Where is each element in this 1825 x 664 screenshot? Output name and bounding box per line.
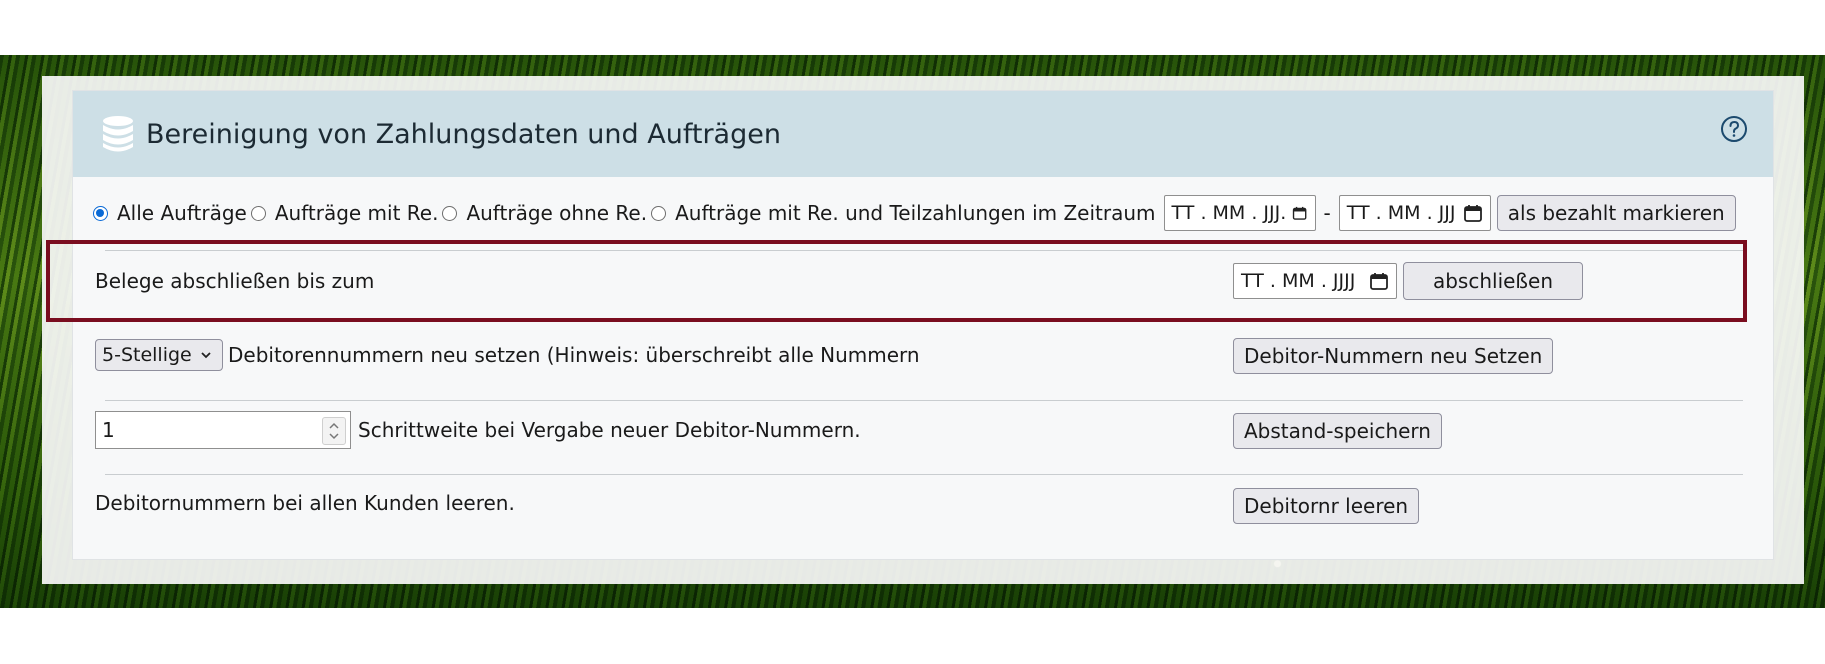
radio-button[interactable] — [442, 205, 458, 221]
calendar-icon[interactable] — [1369, 271, 1389, 291]
select-value: 5-Stellige — [102, 344, 192, 366]
panel-header: Bereinigung von Zahlungsdaten und Aufträ… — [73, 91, 1773, 177]
digits-select[interactable]: 5-Stellige — [95, 339, 223, 371]
radio-orders-partial-payments[interactable]: Aufträge mit Re. und Teilzahlungen im Ze… — [649, 201, 1156, 225]
radio-label: Aufträge ohne Re. — [466, 201, 648, 225]
question-circle-icon[interactable] — [1720, 115, 1748, 143]
date-from-input[interactable]: TT . MM . JJJ. — [1163, 195, 1316, 231]
clear-debitor-button[interactable]: Debitornr leeren — [1233, 488, 1420, 524]
close-documents-label: Belege abschließen bis zum — [95, 269, 375, 293]
radio-label: Aufträge mit Re. und Teilzahlungen im Ze… — [675, 201, 1156, 225]
chevron-down-icon — [201, 352, 211, 359]
divider — [105, 474, 1743, 475]
save-step-button[interactable]: Abstand-speichern — [1233, 413, 1442, 449]
calendar-icon[interactable] — [1292, 203, 1307, 223]
mark-paid-button[interactable]: als bezahlt markieren — [1496, 195, 1736, 231]
radio-orders-with-invoice[interactable]: Aufträge mit Re. — [249, 201, 439, 225]
close-date-input[interactable]: TT . MM . JJJJ — [1233, 263, 1397, 299]
date-placeholder: TT . MM . JJJ — [1346, 202, 1456, 224]
cleanup-panel: Bereinigung von Zahlungsdaten und Aufträ… — [72, 90, 1774, 560]
database-icon — [103, 116, 133, 152]
divider — [105, 250, 1743, 251]
spinner-arrows-icon — [329, 422, 339, 440]
step-width-input[interactable]: 1 — [95, 411, 351, 449]
close-documents-button[interactable]: abschließen — [1403, 262, 1583, 300]
reset-debitor-numbers-button[interactable]: Debitor-Nummern neu Setzen — [1233, 338, 1554, 374]
radio-button[interactable] — [93, 205, 108, 221]
step-value: 1 — [102, 418, 115, 442]
radio-button[interactable] — [651, 205, 667, 221]
divider — [105, 400, 1743, 401]
radio-orders-without-invoice[interactable]: Aufträge ohne Re. — [440, 201, 647, 225]
date-range-separator: - — [1323, 201, 1331, 225]
order-filter-row: Alle Aufträge Aufträge mit Re. Aufträge … — [73, 191, 1793, 235]
clear-debitor-label: Debitornummern bei allen Kunden leeren. — [95, 491, 515, 515]
radio-all-orders[interactable]: Alle Aufträge — [93, 201, 247, 225]
radio-label: Aufträge mit Re. — [274, 201, 439, 225]
radio-button[interactable] — [250, 205, 266, 221]
panel-title: Bereinigung von Zahlungsdaten und Aufträ… — [146, 119, 781, 150]
radio-label: Alle Aufträge — [117, 201, 247, 225]
debitor-reset-label: Debitorennummern neu setzen (Hinweis: üb… — [228, 343, 920, 367]
step-width-label: Schrittweite bei Vergabe neuer Debitor-N… — [358, 418, 861, 442]
date-placeholder: TT . MM . JJJ. — [1171, 202, 1287, 224]
calendar-icon[interactable] — [1463, 203, 1483, 223]
date-to-input[interactable]: TT . MM . JJJ — [1338, 195, 1491, 231]
date-placeholder: TT . MM . JJJJ — [1241, 270, 1356, 292]
number-spinner[interactable] — [322, 417, 346, 445]
